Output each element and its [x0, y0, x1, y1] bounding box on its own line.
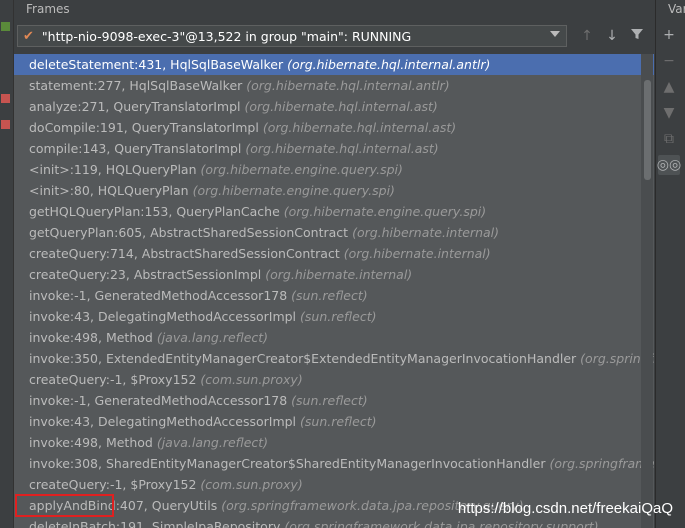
frame-method: invoke:43, DelegatingMethodAccessorImpl [29, 414, 297, 429]
frame-package: (org.hibernate.hql.internal.antlr) [246, 78, 450, 93]
variables-title: Var [668, 2, 685, 16]
frame-package: (sun.reflect) [291, 393, 368, 408]
frames-scrollbar[interactable] [641, 54, 653, 528]
frame-method: doCompile:191, QueryTranslatorImpl [29, 120, 259, 135]
frame-method: invoke:43, DelegatingMethodAccessorImpl [29, 309, 297, 324]
frame-row[interactable]: invoke:-1, GeneratedMethodAccessor178 (s… [14, 390, 654, 411]
frame-row[interactable]: getQueryPlan:605, AbstractSharedSessionC… [14, 222, 654, 243]
frame-row[interactable]: getHQLQueryPlan:153, QueryPlanCache (org… [14, 201, 654, 222]
frame-row[interactable]: invoke:43, DelegatingMethodAccessorImpl … [14, 306, 654, 327]
frame-row[interactable]: statement:277, HqlSqlBaseWalker (org.hib… [14, 75, 654, 96]
frame-method: statement:277, HqlSqlBaseWalker [29, 78, 243, 93]
frame-method: invoke:-1, GeneratedMethodAccessor178 [29, 288, 288, 303]
frame-row[interactable]: invoke:308, SharedEntityManagerCreator$S… [14, 453, 654, 474]
frames-title: Frames [26, 2, 70, 16]
frame-method: analyze:271, QueryTranslatorImpl [29, 99, 241, 114]
frame-package: (com.sun.proxy) [200, 477, 303, 492]
frame-package: (java.lang.reflect) [156, 435, 269, 450]
frame-package: (sun.reflect) [291, 288, 368, 303]
frame-method: invoke:498, Method [29, 330, 153, 345]
frame-package: (org.springframework.or [549, 456, 654, 471]
frame-method: <init>:80, HQLQueryPlan [29, 183, 189, 198]
frame-package: (org.hibernate.hql.internal.ast) [262, 120, 457, 135]
frame-package: (java.lang.reflect) [156, 330, 269, 345]
frame-row[interactable]: invoke:350, ExtendedEntityManagerCreator… [14, 348, 654, 369]
frame-row[interactable]: createQuery:-1, $Proxy152 (com.sun.proxy… [14, 369, 654, 390]
remove-icon[interactable]: − [658, 51, 680, 71]
frame-method: createQuery:-1, $Proxy152 [29, 477, 197, 492]
frame-method: createQuery:714, AbstractSharedSessionCo… [29, 246, 340, 261]
frame-method: invoke:308, SharedEntityManagerCreator$S… [29, 456, 546, 471]
frame-package: (org.hibernate.hql.internal.ast) [245, 141, 439, 156]
add-icon[interactable]: + [658, 25, 680, 45]
frame-method: invoke:-1, GeneratedMethodAccessor178 [29, 393, 288, 408]
frame-row[interactable]: doCompile:191, QueryTranslatorImpl (org.… [14, 117, 654, 138]
frame-method: createQuery:-1, $Proxy152 [29, 372, 197, 387]
left-tool-strip [0, 0, 14, 528]
frame-method: invoke:350, ExtendedEntityManagerCreator… [29, 351, 577, 366]
frame-row[interactable]: invoke:498, Method (java.lang.reflect) [14, 327, 654, 348]
highlight-box [15, 494, 114, 517]
scroll-thumb[interactable] [644, 80, 651, 180]
frame-method: <init>:119, HQLQueryPlan [29, 162, 197, 177]
frame-row[interactable]: <init>:119, HQLQueryPlan (org.hibernate.… [14, 159, 654, 180]
frame-package: (org.hibernate.internal) [352, 225, 499, 240]
frame-package: (org.hibernate.hql.internal.antlr) [287, 57, 491, 72]
thread-selector[interactable]: ✔ "http-nio-9098-exec-3"@13,522 in group… [17, 25, 567, 47]
frame-method: deleteInBatch:191, SimpleJpaRepository [29, 519, 281, 528]
thread-label: "http-nio-9098-exec-3"@13,522 in group "… [41, 28, 412, 44]
frame-package: (org.hibernate.hql.internal.ast) [244, 99, 438, 114]
arrow-up-icon[interactable]: ↑ [578, 27, 596, 45]
frame-method: createQuery:23, AbstractSessionImpl [29, 267, 262, 282]
frame-method: getHQLQueryPlan:153, QueryPlanCache [29, 204, 280, 219]
chevron-down-icon[interactable] [550, 31, 560, 37]
frame-package: (org.hibernate.engine.query.spi) [192, 183, 395, 198]
frame-row[interactable]: <init>:80, HQLQueryPlan (org.hibernate.e… [14, 180, 654, 201]
frame-row[interactable]: invoke:43, DelegatingMethodAccessorImpl … [14, 411, 654, 432]
move-up-icon[interactable]: ▲ [658, 77, 680, 97]
frame-package: (org.hibernate.engine.query.spi) [200, 162, 403, 177]
frame-method: compile:143, QueryTranslatorImpl [29, 141, 242, 156]
stop-icon[interactable] [1, 94, 10, 103]
frame-method: deleteStatement:431, HqlSqlBaseWalker [29, 57, 284, 72]
frame-package: (com.sun.proxy) [200, 372, 303, 387]
frames-header: Frames [14, 0, 654, 20]
check-icon: ✔ [23, 28, 34, 44]
frame-package: (org.hibernate.internal) [343, 246, 491, 261]
filter-icon[interactable] [628, 27, 646, 45]
frame-row[interactable]: createQuery:-1, $Proxy152 (com.sun.proxy… [14, 474, 654, 495]
frame-row[interactable]: deleteStatement:431, HqlSqlBaseWalker (o… [14, 54, 654, 75]
thread-toolbar: ✔ "http-nio-9098-exec-3"@13,522 in group… [14, 21, 654, 53]
variables-panel: Var + − ▲ ▼ ⧉ ◎◎ [655, 0, 685, 528]
watermark: https://blog.csdn.net/freekaiQaQ [457, 500, 673, 517]
frames-list: deleteStatement:431, HqlSqlBaseWalker (o… [14, 54, 654, 528]
frame-package: (org.hibernate.internal) [265, 267, 413, 282]
frame-method: getQueryPlan:605, AbstractSharedSessionC… [29, 225, 349, 240]
copy-icon[interactable]: ⧉ [658, 129, 680, 149]
frame-row[interactable]: compile:143, QueryTranslatorImpl (org.hi… [14, 138, 654, 159]
breakpoints-icon[interactable] [1, 120, 10, 129]
frame-package: (org.hibernate.engine.query.spi) [283, 204, 487, 219]
frame-row[interactable]: invoke:-1, GeneratedMethodAccessor178 (s… [14, 285, 654, 306]
frame-package: (sun.reflect) [300, 414, 377, 429]
frame-row[interactable]: createQuery:23, AbstractSessionImpl (org… [14, 264, 654, 285]
resume-icon[interactable] [1, 22, 10, 31]
frame-package: (org.springframework.data.jpa.repository… [284, 519, 599, 528]
frame-row[interactable]: analyze:271, QueryTranslatorImpl (org.hi… [14, 96, 654, 117]
frame-package: (sun.reflect) [300, 309, 377, 324]
arrow-down-icon[interactable]: ↓ [603, 27, 621, 45]
frame-row[interactable]: createQuery:714, AbstractSharedSessionCo… [14, 243, 654, 264]
frame-row[interactable]: invoke:498, Method (java.lang.reflect) [14, 432, 654, 453]
glasses-icon[interactable]: ◎◎ [657, 155, 681, 175]
move-down-icon[interactable]: ▼ [658, 103, 680, 123]
frame-row[interactable]: deleteInBatch:191, SimpleJpaRepository (… [14, 516, 654, 528]
frame-method: invoke:498, Method [29, 435, 153, 450]
